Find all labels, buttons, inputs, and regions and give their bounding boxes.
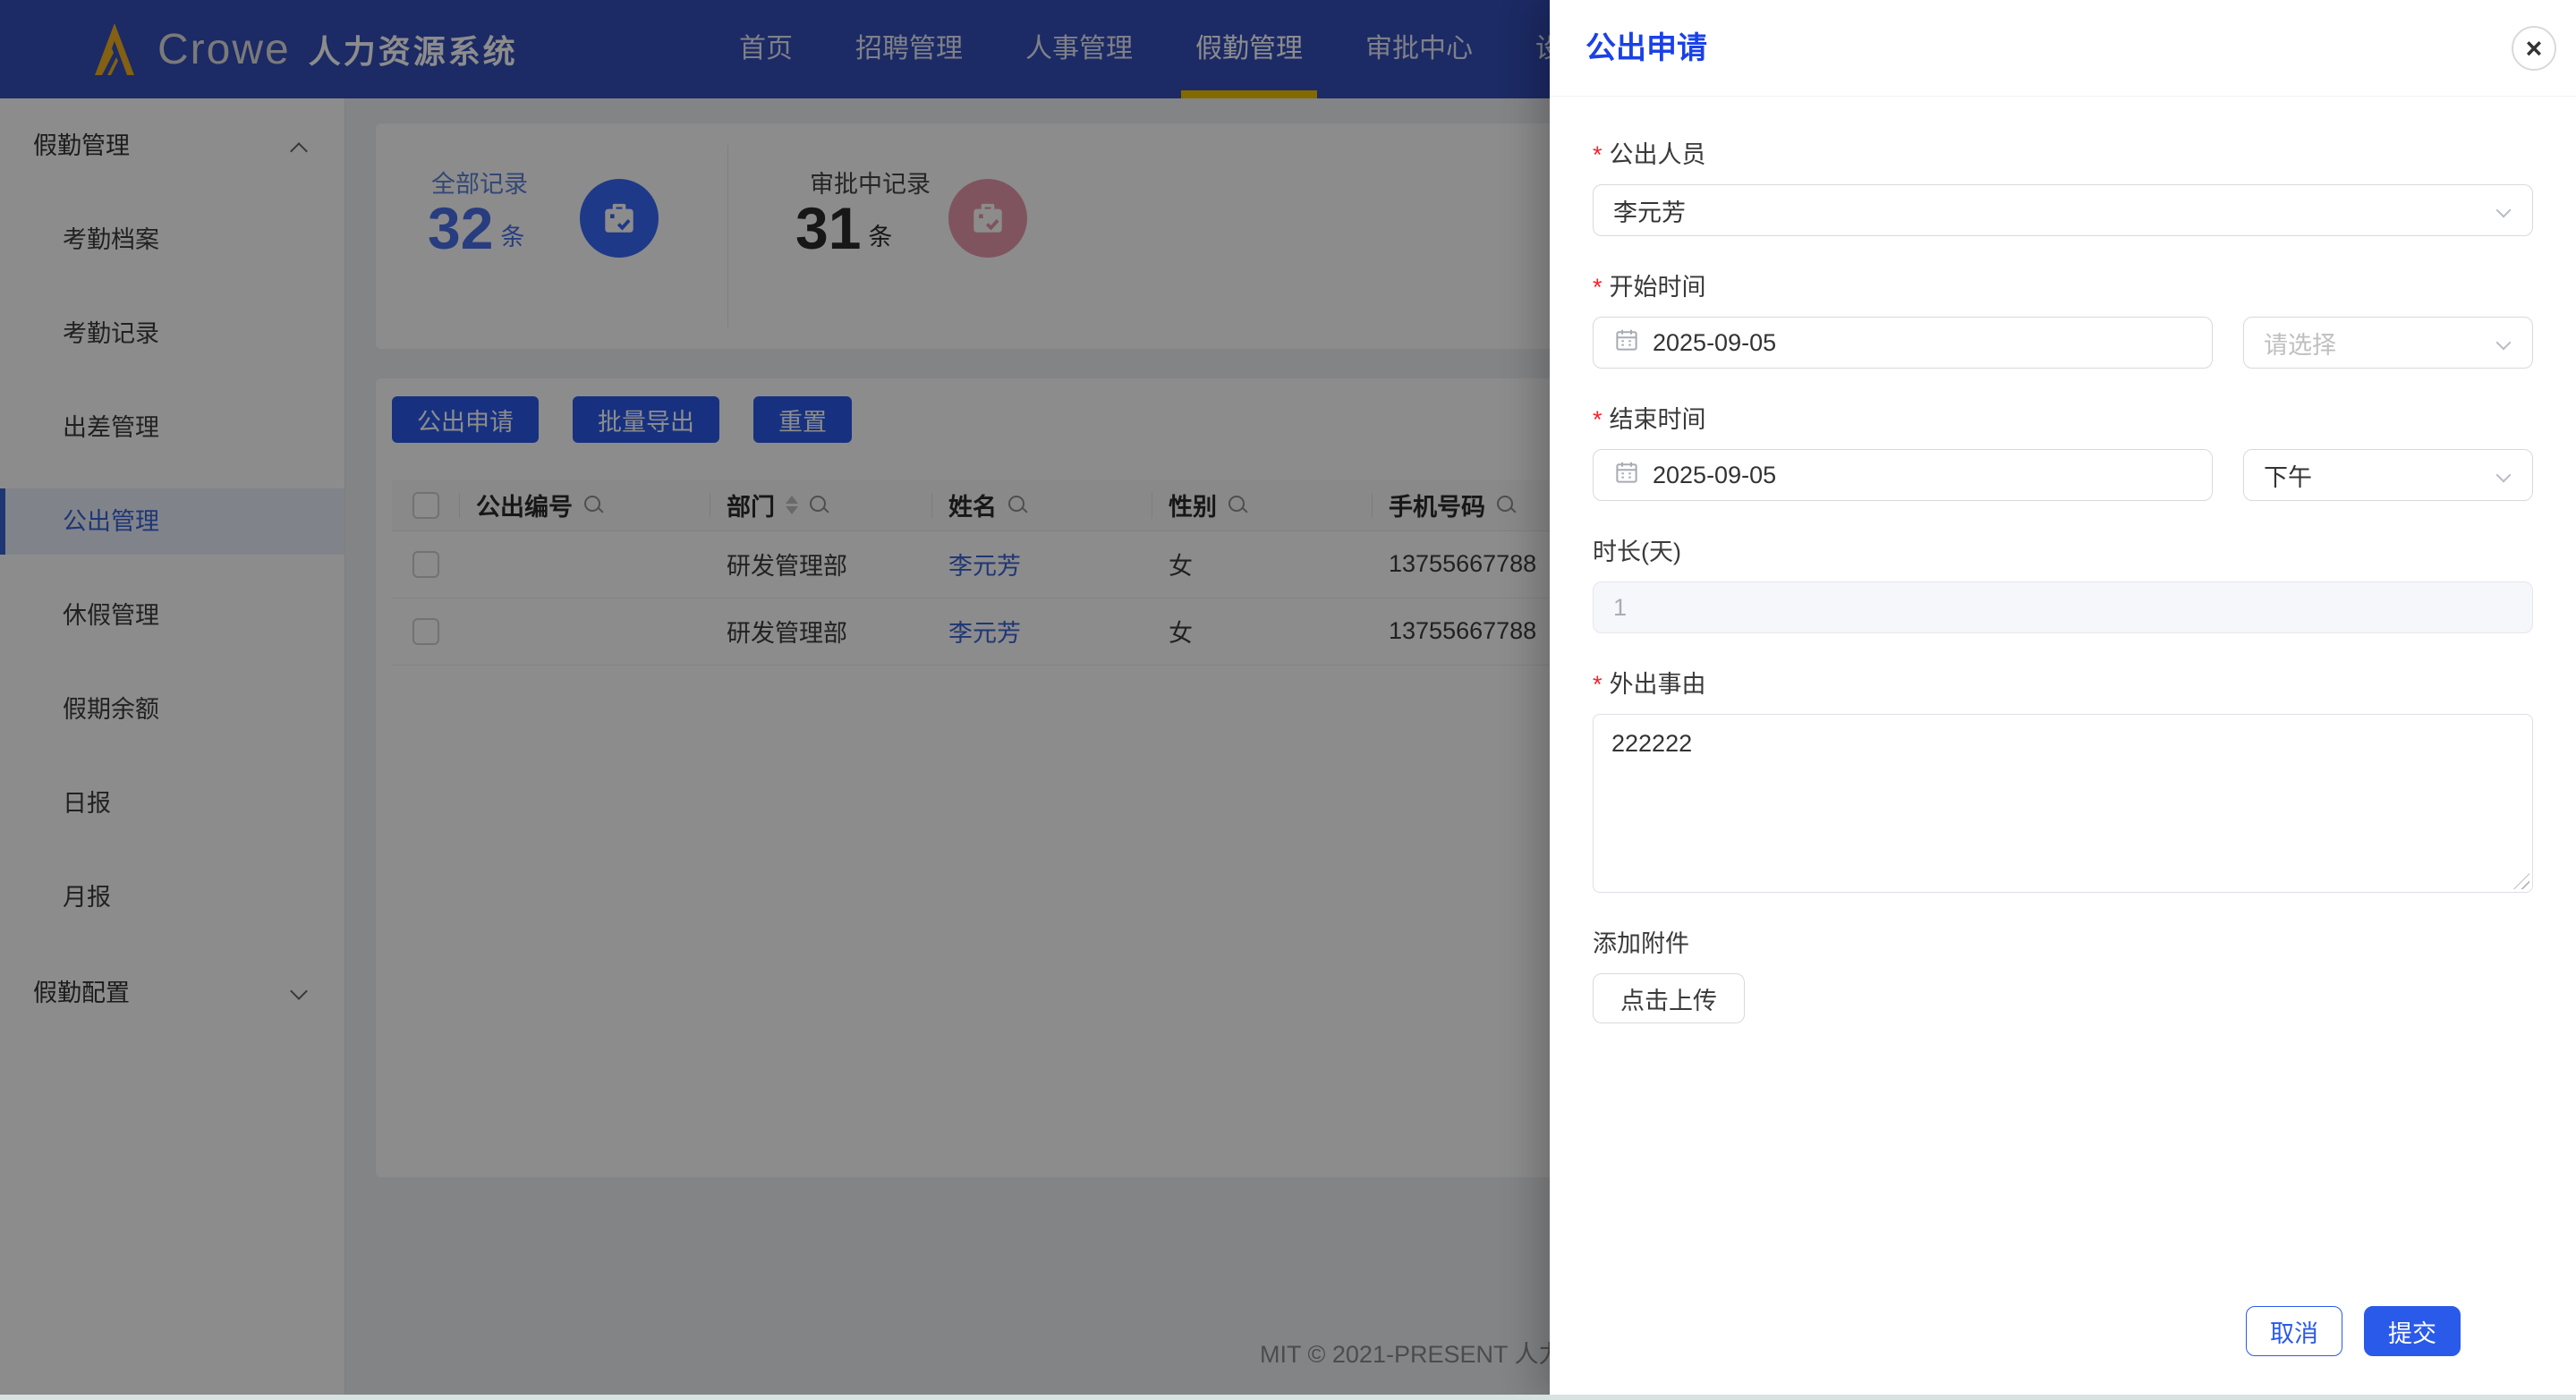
person-select[interactable]: 李元芳 [1593, 184, 2533, 236]
calendar-icon [1613, 327, 1640, 360]
field-attachment: 添加附件 点击上传 [1593, 929, 2533, 1023]
chevron-down-icon [2495, 467, 2512, 483]
end-period-select[interactable]: 下午 [2243, 449, 2533, 501]
field-start-time: * 开始时间 2025-09-05 请选择 [1593, 272, 2533, 369]
drawer-title: 公出申请 [1586, 31, 1707, 65]
field-person: * 公出人员 李元芳 [1593, 140, 2533, 236]
end-date-value: 2025-09-05 [1653, 461, 1777, 488]
chevron-down-icon [2495, 202, 2512, 218]
calendar-icon [1613, 459, 1640, 492]
attachment-label: 添加附件 [1593, 930, 1689, 957]
end-label: 结束时间 [1609, 406, 1706, 433]
start-date-value: 2025-09-05 [1653, 328, 1777, 356]
required-mark: * [1593, 406, 1603, 433]
start-date-picker[interactable]: 2025-09-05 [1593, 317, 2213, 369]
field-duration: 时长(天) 1 [1593, 537, 2533, 633]
person-label: 公出人员 [1609, 141, 1706, 168]
chevron-down-icon [2495, 335, 2512, 351]
person-select-value: 李元芳 [1613, 199, 1686, 226]
close-button[interactable]: × [2512, 26, 2556, 71]
start-period-placeholder: 请选择 [2264, 331, 2336, 359]
duration-label: 时长(天) [1593, 539, 1681, 565]
cancel-button[interactable]: 取消 [2246, 1306, 2342, 1356]
drawer-header: 公出申请 × [1550, 0, 2576, 97]
reason-label: 外出事由 [1609, 671, 1706, 698]
required-mark: * [1593, 671, 1603, 698]
reason-textarea[interactable]: 222222 [1593, 714, 2533, 893]
outing-application-drawer: 公出申请 × * 公出人员 李元芳 * 开始时间 2025-09-05 请选择 … [1550, 0, 2576, 1400]
duration-value: 1 [1613, 593, 1628, 621]
start-period-select[interactable]: 请选择 [2243, 317, 2533, 369]
end-period-value: 下午 [2264, 463, 2312, 491]
required-mark: * [1593, 274, 1603, 301]
close-icon: × [2525, 32, 2543, 64]
start-label: 开始时间 [1609, 274, 1706, 301]
submit-button[interactable]: 提交 [2364, 1306, 2461, 1356]
required-mark: * [1593, 141, 1603, 168]
horizontal-scrollbar[interactable] [0, 1395, 2576, 1400]
drawer-form: * 公出人员 李元芳 * 开始时间 2025-09-05 请选择 * 结束时间 … [1550, 97, 2576, 1023]
reason-value: 222222 [1611, 730, 1693, 757]
field-end-time: * 结束时间 2025-09-05 下午 [1593, 404, 2533, 501]
field-reason: * 外出事由 222222 [1593, 669, 2533, 893]
duration-input: 1 [1593, 581, 2533, 633]
end-date-picker[interactable]: 2025-09-05 [1593, 449, 2213, 501]
upload-button[interactable]: 点击上传 [1593, 973, 1745, 1023]
